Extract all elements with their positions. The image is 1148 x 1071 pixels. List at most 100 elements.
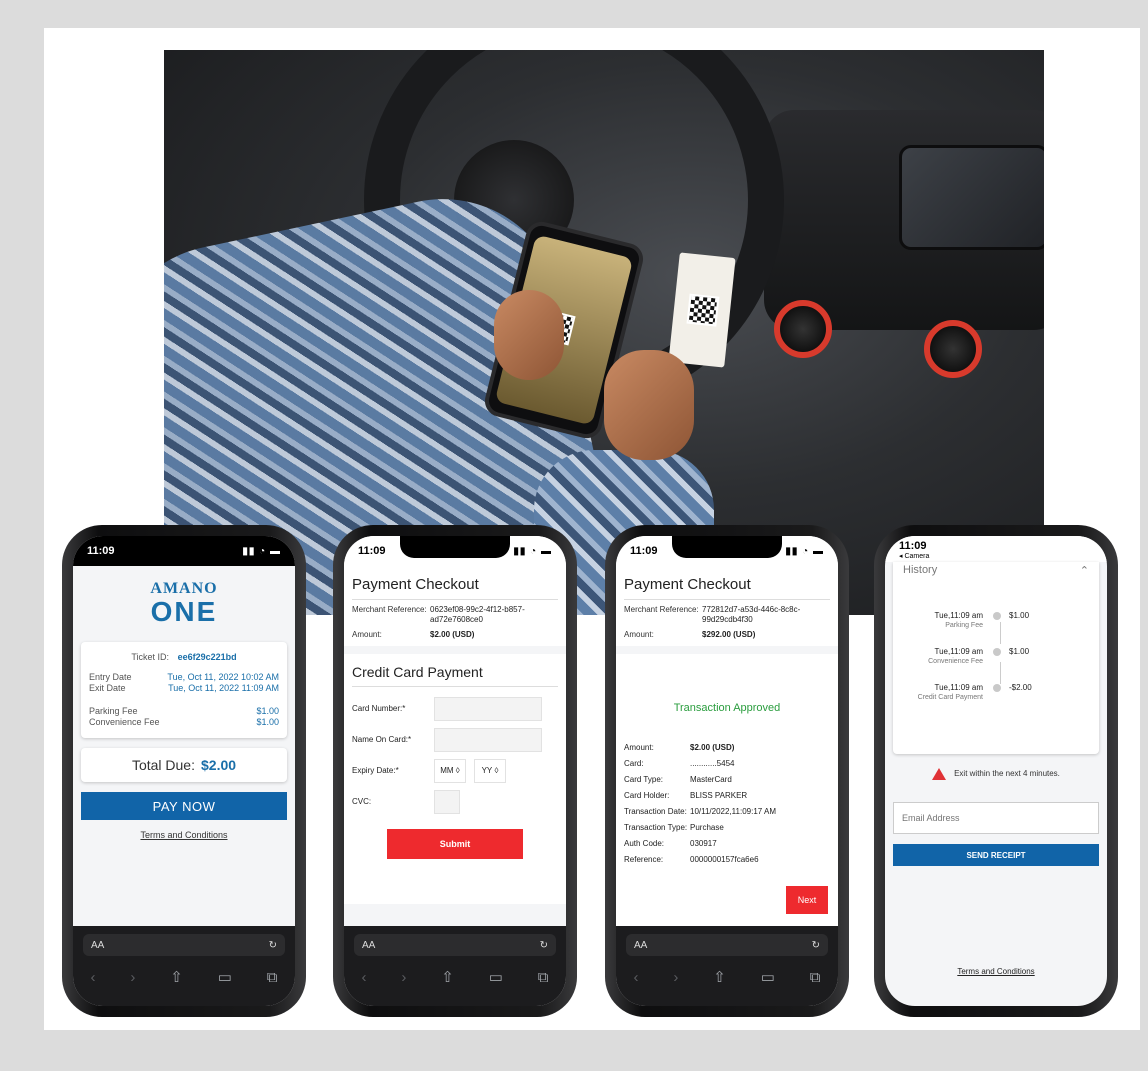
back-icon[interactable]: ‹ (361, 969, 366, 986)
history-time: Tue,11:09 am (934, 611, 983, 620)
bookmarks-icon[interactable]: ▭ (489, 968, 503, 986)
ticket-id: ee6f29c221bd (177, 652, 237, 662)
signal-icon: ▮▮ ◔ ▬ (785, 545, 824, 557)
ticket-id-row: Ticket ID: ee6f29c221bd (89, 652, 279, 662)
expiry-label: Expiry Date:* (352, 766, 399, 775)
history-time: Tue,11:09 am (934, 683, 983, 692)
back-icon[interactable]: ‹ (90, 969, 95, 986)
terms-link[interactable]: Terms and Conditions (885, 967, 1107, 976)
share-icon[interactable]: ⇧ (441, 968, 454, 986)
total-due: Total Due: $2.00 (81, 748, 287, 782)
detail-value: MasterCard (690, 775, 732, 784)
detail-label: Reference: (624, 855, 664, 864)
status-time: 11:09 (630, 545, 658, 557)
history-amount: -$2.00 (1009, 683, 1032, 692)
share-icon[interactable]: ⇧ (713, 968, 726, 986)
year-select[interactable]: YY ◊ (474, 758, 506, 783)
warning-icon (932, 768, 947, 780)
url-bar[interactable]: AA ↻ (354, 934, 556, 956)
next-button[interactable]: Next (786, 886, 828, 914)
timeline-dot-icon (993, 612, 1001, 620)
detail-value: 0000000157fca6e6 (690, 855, 759, 864)
entry-value: Tue, Oct 11, 2022 10:02 AM (167, 672, 279, 682)
nav-row: ‹ › ⇧ ▭ ⧉ (344, 964, 566, 990)
hand (604, 350, 694, 460)
chevron-up-icon[interactable]: ⌃ (1080, 564, 1089, 577)
name-on-card-input[interactable] (434, 727, 542, 752)
tabs-icon[interactable]: ⧉ (538, 969, 549, 986)
exit-value: Tue, Oct 11, 2022 11:09 AM (168, 683, 279, 693)
cvc-label: CVC: (352, 797, 372, 806)
text-size-button[interactable]: AA (362, 940, 375, 951)
chevron-updown-icon: ◊ (455, 766, 460, 775)
status-time: 11:09 (358, 545, 386, 557)
card-number-input[interactable] (434, 696, 542, 721)
tabs-icon[interactable]: ⧉ (810, 969, 821, 986)
send-receipt-button[interactable]: SEND RECEIPT (893, 844, 1099, 866)
bookmarks-icon[interactable]: ▭ (761, 968, 775, 986)
phone-ticket: 11:09 ▮▮ ◔ ▬ AMANO ONE Ticket ID: ee6f29… (62, 525, 306, 1017)
reload-icon[interactable]: ↻ (812, 940, 820, 951)
back-icon[interactable]: ‹ (633, 969, 638, 986)
entry-label: Entry Date (89, 672, 132, 682)
amount-row: Amount: $2.00 (USD) (352, 630, 558, 640)
detail-row: Card: ............5454 (624, 756, 830, 772)
card-number-row: Card Number:* (352, 693, 558, 724)
history-amount: $1.00 (1009, 611, 1030, 620)
detail-row: Amount: $2.00 (USD) (624, 740, 830, 756)
signal-icon: ▮▮ ◔ ▬ (242, 545, 281, 557)
phone-approved: 11:09 ▮▮ ◔ ▬ Payment Checkout Merchant R… (605, 525, 849, 1017)
checkout-title: Payment Checkout (624, 576, 830, 600)
detail-label: Auth Code: (624, 839, 665, 848)
approved-message: Transaction Approved (673, 702, 781, 714)
submit-button[interactable]: Submit (387, 829, 523, 859)
url-bar[interactable]: AA ↻ (626, 934, 828, 956)
convenience-value: $1.00 (256, 717, 279, 727)
brand-bottom: ONE (150, 596, 218, 627)
parking-row: Parking Fee $1.00 (89, 706, 279, 717)
phone-screen: 11:09 ◂ Camera History ⌃ Tue,11:09 am Par… (885, 536, 1107, 1006)
history-item: Tue,11:09 am Credit Card Payment -$2.00 (893, 683, 1099, 703)
timeline-dot-icon (993, 684, 1001, 692)
phone-screen: 11:09 ▮▮ ◔ ▬ Payment Checkout Merchant R… (616, 536, 838, 1006)
convenience-label: Convenience Fee (89, 717, 160, 727)
reload-icon[interactable]: ↻ (540, 940, 548, 951)
terms-link[interactable]: Terms and Conditions (73, 830, 295, 840)
approval-panel: Transaction Approved Amount: $2.00 (USD) … (616, 654, 838, 926)
forward-icon[interactable]: › (130, 969, 135, 986)
exit-warning: Exit within the next 4 minutes. (885, 768, 1107, 780)
parking-label: Parking Fee (89, 706, 138, 716)
status-bar: 11:09 ▮▮ ◔ ▬ (73, 536, 295, 566)
tabs-icon[interactable]: ⧉ (267, 969, 278, 986)
forward-icon[interactable]: › (401, 969, 406, 986)
history-time: Tue,11:09 am (934, 647, 983, 656)
name-label: Name On Card:* (352, 735, 412, 744)
browser-toolbar: AA ↻ ‹ › ⇧ ▭ ⧉ (73, 926, 295, 1006)
signal-icon: ▮▮ ◔ ▬ (513, 545, 552, 557)
history-desc: Convenience Fee (928, 658, 983, 665)
bookmarks-icon[interactable]: ▭ (218, 968, 232, 986)
email-input[interactable] (893, 802, 1099, 834)
parking-ticket (668, 252, 736, 368)
forward-icon[interactable]: › (673, 969, 678, 986)
phone-screen: 11:09 ▮▮ ◔ ▬ Payment Checkout Merchant R… (344, 536, 566, 1006)
detail-label: Transaction Date: (624, 807, 687, 816)
url-bar[interactable]: AA ↻ (83, 934, 285, 956)
qr-code-icon (686, 293, 720, 327)
nav-row: ‹ › ⇧ ▭ ⧉ (73, 964, 295, 990)
detail-label: Transaction Type: (624, 823, 688, 832)
detail-label: Amount: (624, 743, 654, 752)
text-size-button[interactable]: AA (91, 940, 104, 951)
cvc-input[interactable] (434, 789, 460, 814)
reload-icon[interactable]: ↻ (269, 940, 277, 951)
total-value: $2.00 (201, 757, 237, 773)
back-to-camera[interactable]: ◂ Camera (899, 552, 929, 560)
history-header: History ⌃ (893, 564, 1099, 577)
convenience-row: Convenience Fee $1.00 (89, 717, 279, 728)
browser-toolbar: AA ↻ ‹ › ⇧ ▭ ⧉ (616, 926, 838, 1006)
text-size-button[interactable]: AA (634, 940, 647, 951)
share-icon[interactable]: ⇧ (170, 968, 183, 986)
month-select[interactable]: MM ◊ (434, 758, 466, 783)
detail-value: ............5454 (690, 759, 735, 768)
pay-now-button[interactable]: PAY NOW (81, 792, 287, 820)
